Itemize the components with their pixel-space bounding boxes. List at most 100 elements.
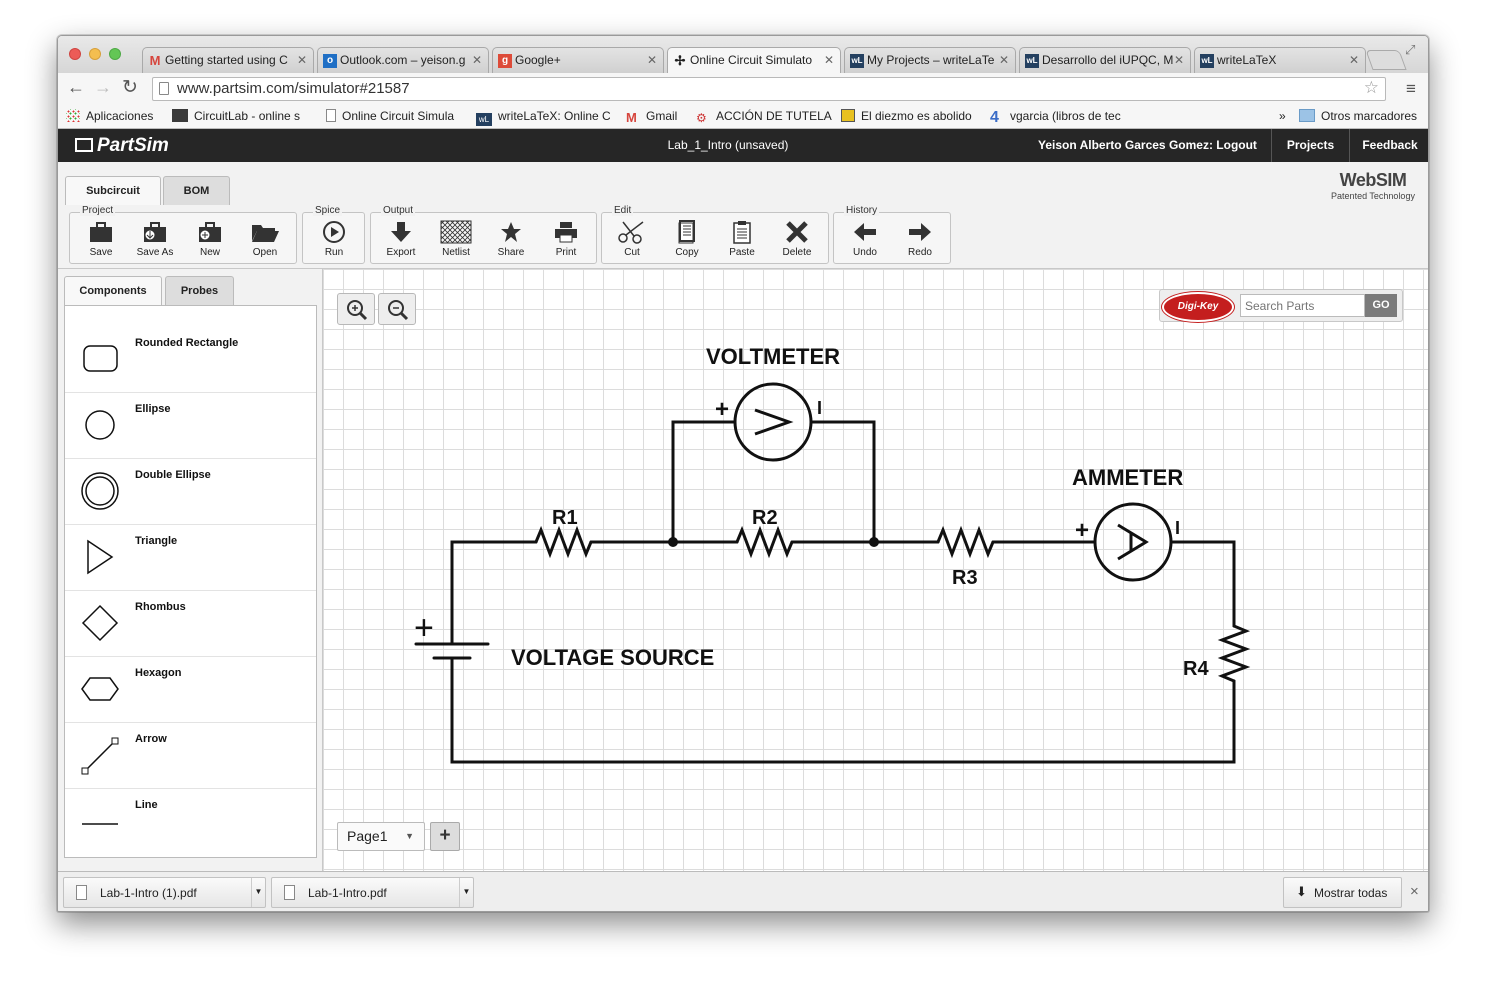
wire[interactable] <box>450 656 1236 764</box>
menu-icon[interactable]: ≡ <box>1406 79 1416 99</box>
url-field[interactable]: www.partsim.com/simulator#21587 ☆ <box>152 77 1386 101</box>
close-tab-icon[interactable]: ✕ <box>1349 53 1359 67</box>
close-tab-icon[interactable]: ✕ <box>999 53 1009 67</box>
close-tab-icon[interactable]: ✕ <box>824 53 834 67</box>
tab-gmail[interactable]: M Getting started using C ✕ <box>142 47 314 73</box>
wire[interactable] <box>810 420 876 544</box>
tab-subcircuit[interactable]: Subcircuit <box>65 176 161 205</box>
fullscreen-icon[interactable]: ⤢ <box>1405 42 1415 58</box>
component-rhombus[interactable]: Rhombus <box>65 591 316 657</box>
resistor-r4[interactable] <box>1217 624 1251 683</box>
paste-button[interactable]: Paste <box>715 219 769 263</box>
page-icon <box>326 109 336 122</box>
add-page-button[interactable]: + <box>430 822 460 851</box>
tab-probes[interactable]: Probes <box>165 276 234 305</box>
rounded-rectangle-icon <box>83 345 118 372</box>
close-tab-icon[interactable]: ✕ <box>1174 53 1184 67</box>
bookmark-apps[interactable]: Aplicaciones <box>66 109 153 123</box>
wire[interactable] <box>671 420 737 544</box>
tab-components[interactable]: Components <box>64 276 162 305</box>
cut-button[interactable]: Cut <box>605 219 659 263</box>
close-tab-icon[interactable]: ✕ <box>647 53 657 67</box>
download-item[interactable]: Lab-1-Intro.pdf ▼ <box>271 877 474 908</box>
tab-outlook[interactable]: o Outlook.com – yeison.g ✕ <box>317 47 489 73</box>
run-button[interactable]: Run <box>307 219 361 263</box>
component-rounded-rectangle[interactable]: Rounded Rectangle <box>65 327 316 393</box>
close-download-bar-icon[interactable]: × <box>1410 883 1419 900</box>
voltmeter-symbol[interactable] <box>733 382 813 462</box>
outlook-icon: o <box>323 54 337 68</box>
junction-node[interactable] <box>668 537 678 547</box>
component-double-ellipse[interactable]: Double Ellipse <box>65 459 316 525</box>
junction-node[interactable] <box>869 537 879 547</box>
schematic-canvas[interactable]: Digi-Key GO <box>322 269 1428 871</box>
copy-button[interactable]: Copy <box>660 219 714 263</box>
bookmark-online-circuit[interactable]: Online Circuit Simula <box>326 109 459 123</box>
delete-button[interactable]: Delete <box>770 219 824 263</box>
tab-bom[interactable]: BOM <box>163 176 230 205</box>
ammeter-symbol[interactable] <box>1093 502 1173 582</box>
bookmarks-overflow[interactable]: » <box>1279 109 1286 123</box>
writelatex-icon: wL <box>1200 54 1214 68</box>
redo-button[interactable]: Redo <box>893 219 947 263</box>
bookmark-circuitlab[interactable]: CircuitLab - online s <box>172 109 308 123</box>
back-icon[interactable]: ← <box>67 77 85 98</box>
wire[interactable] <box>1169 540 1236 628</box>
writelatex-icon: wL <box>476 113 492 126</box>
page-select[interactable]: Page1 ▼ <box>337 822 425 851</box>
download-item[interactable]: Lab-1-Intro (1).pdf ▼ <box>63 877 266 908</box>
resistor-r1[interactable] <box>534 525 593 559</box>
tab-googleplus[interactable]: g Google+ ✕ <box>492 47 664 73</box>
component-line[interactable]: Line <box>65 789 316 855</box>
undo-button[interactable]: Undo <box>838 219 892 263</box>
tab-writelatex[interactable]: wL writeLaTeX ✕ <box>1194 47 1366 73</box>
component-arrow[interactable]: Arrow <box>65 723 316 789</box>
close-tab-icon[interactable]: ✕ <box>297 53 307 67</box>
new-tab-button[interactable] <box>1365 50 1407 70</box>
partsim-logo[interactable]: PartSim <box>75 135 169 157</box>
component-triangle[interactable]: Triangle <box>65 525 316 591</box>
new-button[interactable]: New <box>183 219 237 263</box>
ammeter-minus-label: I <box>1175 518 1180 538</box>
nav-projects[interactable]: Projects <box>1271 129 1349 162</box>
bookmark-writelatex[interactable]: wL writeLaTeX: Online C <box>476 109 610 126</box>
logout-link[interactable]: Yeison Alberto Garces Gomez: Logout <box>1038 138 1257 152</box>
resistor-r3[interactable] <box>936 525 995 559</box>
reload-icon[interactable]: ↻ <box>122 76 138 99</box>
forward-icon[interactable]: → <box>94 77 112 98</box>
resistor-r2[interactable] <box>735 525 794 559</box>
bookmark-tutela[interactable]: ⚙ ACCIÓN DE TUTELA <box>696 109 832 125</box>
download-arrow-icon: ⬇ <box>1296 884 1307 899</box>
print-button[interactable]: Print <box>539 219 593 263</box>
circuitlab-icon <box>172 109 188 122</box>
chevron-down-icon: ▼ <box>405 831 414 841</box>
share-button[interactable]: Share <box>484 219 538 263</box>
close-window-icon[interactable] <box>69 48 81 60</box>
download-menu-chevron-icon[interactable]: ▼ <box>251 878 265 907</box>
close-tab-icon[interactable]: ✕ <box>472 53 482 67</box>
bookmark-other[interactable]: Otros marcadores <box>1299 109 1417 123</box>
bookmark-star-icon[interactable]: ☆ <box>1364 78 1379 98</box>
download-menu-chevron-icon[interactable]: ▼ <box>459 878 473 907</box>
save-as-button[interactable]: Save As <box>128 219 182 263</box>
component-list: Rounded Rectangle Ellipse Double Ellipse… <box>64 305 317 858</box>
arrow-left-icon <box>854 223 876 241</box>
zoom-window-icon[interactable] <box>109 48 121 60</box>
export-button[interactable]: Export <box>374 219 428 263</box>
nav-feedback[interactable]: Feedback <box>1349 129 1428 162</box>
component-ellipse[interactable]: Ellipse <box>65 393 316 459</box>
briefcase-down-icon <box>144 222 166 242</box>
netlist-button[interactable]: Netlist <box>429 219 483 263</box>
open-button[interactable]: Open <box>238 219 292 263</box>
bookmark-diezmo[interactable]: El diezmo es abolido <box>841 109 977 123</box>
component-hexagon[interactable]: Hexagon <box>65 657 316 723</box>
minimize-window-icon[interactable] <box>89 48 101 60</box>
save-button[interactable]: Save <box>74 219 128 263</box>
tab-desarrollo[interactable]: wL Desarrollo del iUPQC, M ✕ <box>1019 47 1191 73</box>
show-all-downloads-button[interactable]: ⬇ Mostrar todas <box>1283 877 1402 908</box>
wire[interactable] <box>450 540 538 577</box>
bookmark-gmail[interactable]: M Gmail <box>626 109 677 124</box>
tab-my-projects[interactable]: wL My Projects – writeLaTe ✕ <box>844 47 1016 73</box>
bookmark-vgarcia[interactable]: 4 vgarcia (libros de tec <box>990 109 1128 124</box>
tab-partsim[interactable]: ✢ Online Circuit Simulato ✕ <box>667 47 841 73</box>
